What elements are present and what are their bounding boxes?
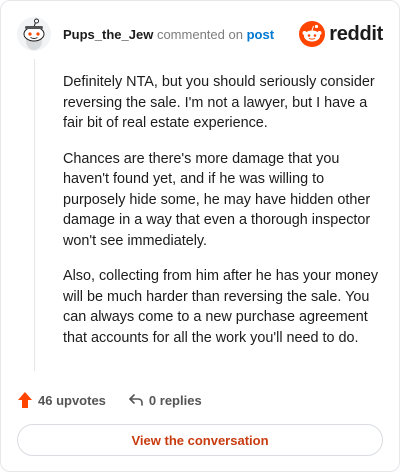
replies-button[interactable]: 0 replies (128, 392, 202, 408)
view-conversation-button[interactable]: View the conversation (17, 424, 383, 456)
post-link[interactable]: post (247, 27, 274, 42)
comment-action-text: commented on (156, 27, 243, 42)
comment-paragraph: Definitely NTA, but you should seriously… (63, 74, 375, 131)
upvote-button[interactable]: 46 upvotes (17, 391, 106, 409)
comment-paragraph: Also, collecting from him after he has y… (63, 268, 379, 346)
thread-line (34, 59, 35, 371)
reddit-logo[interactable]: reddit (299, 20, 383, 48)
upvote-count: 46 upvotes (38, 392, 106, 408)
reddit-logo-icon (299, 21, 326, 47)
reply-arrow-icon (129, 394, 143, 406)
upvote-arrow-icon (18, 392, 32, 408)
comment-author[interactable]: Pups_the_Jew (63, 27, 153, 42)
embedded-comment-card: Pups_the_Jew commented on post reddit De… (0, 0, 400, 472)
reply-count: 0 replies (148, 392, 202, 408)
snoo-avatar-icon[interactable] (17, 17, 51, 51)
comment-actions: 46 upvotes 0 replies (17, 389, 202, 411)
comment-meta: Pups_the_Jew commented on post (63, 27, 274, 43)
comment-body: Definitely NTA, but you should seriously… (63, 72, 381, 363)
comment-header: Pups_the_Jew commented on post reddit (17, 17, 383, 51)
reddit-wordmark: reddit (329, 22, 383, 45)
comment-paragraph: Chances are there's more damage that you… (63, 150, 371, 249)
